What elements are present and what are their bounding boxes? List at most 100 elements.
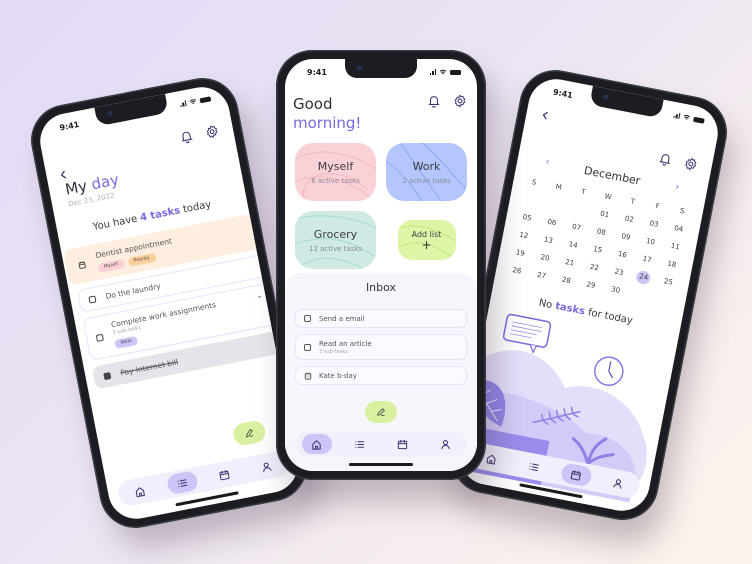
- weekday-label: M: [554, 182, 563, 192]
- bell-icon[interactable]: [657, 150, 673, 166]
- calendar-day[interactable]: 13: [535, 232, 562, 250]
- weekday-label: F: [654, 202, 661, 211]
- phone-my-day: 9:41 My day Dec 23, 2022 You have 4 task…: [24, 71, 314, 535]
- calendar-day[interactable]: 20: [531, 250, 558, 268]
- bell-icon[interactable]: [178, 127, 194, 144]
- calendar-day[interactable]: 01: [591, 206, 618, 224]
- profile-icon: [263, 462, 272, 472]
- notch: [345, 59, 417, 78]
- calendar-day[interactable]: 27: [528, 267, 555, 285]
- calendar-day[interactable]: 11: [662, 238, 689, 256]
- calendar-screen: 9:41 ‹ December › S M T W T F S 01 02 03 04 05 06 07 0…: [455, 74, 723, 516]
- calendar-day[interactable]: 07: [563, 219, 590, 237]
- list-card-work[interactable]: Work 2 active tasks: [386, 143, 467, 201]
- back-chevron-icon[interactable]: [541, 105, 553, 120]
- home-icon: [486, 454, 496, 465]
- calendar-day[interactable]: 23: [605, 264, 632, 282]
- speech-bubble-icon: [502, 313, 552, 354]
- gear-icon[interactable]: [204, 122, 220, 139]
- checkbox[interactable]: [95, 333, 104, 342]
- nav-list[interactable]: [345, 434, 375, 454]
- calendar-day[interactable]: 14: [559, 237, 586, 255]
- calendar-day[interactable]: 16: [609, 246, 636, 264]
- calendar-day[interactable]: 17: [633, 251, 660, 269]
- calendar-day[interactable]: 30: [602, 282, 629, 300]
- nav-list[interactable]: [517, 454, 550, 479]
- list-card-grocery[interactable]: Grocery 12 active tasks: [295, 211, 376, 269]
- calendar-day[interactable]: 06: [538, 214, 565, 232]
- nav-calendar[interactable]: [208, 462, 241, 487]
- nav-home[interactable]: [301, 434, 332, 454]
- notch: [94, 93, 169, 127]
- bell-icon[interactable]: [427, 93, 441, 108]
- task-item[interactable]: Kate b-day: [295, 366, 467, 385]
- profile-icon: [613, 478, 622, 489]
- nav-calendar[interactable]: [559, 462, 593, 488]
- calendar-day[interactable]: 04: [665, 221, 692, 239]
- list-card-myself[interactable]: Myself 6 active tasks: [295, 143, 376, 201]
- wifi-icon: [683, 115, 691, 120]
- calendar-day[interactable]: 18: [658, 256, 685, 274]
- signal-icon: [179, 100, 187, 108]
- gear-icon[interactable]: [453, 93, 467, 108]
- battery-icon: [693, 116, 705, 124]
- calendar-day-empty: [542, 197, 569, 215]
- battery-icon: [199, 95, 212, 103]
- profile-icon: [441, 439, 450, 449]
- status-time: 9:41: [58, 119, 80, 133]
- tag-work: Work: [114, 335, 139, 349]
- weekday-label: T: [629, 197, 636, 206]
- calendar-icon: [78, 261, 86, 269]
- chevron-down-icon[interactable]: ⌄: [256, 291, 263, 300]
- task-item[interactable]: Read an article 3 sub-tasks: [295, 334, 467, 360]
- weekday-label: T: [580, 187, 587, 197]
- back-chevron-icon[interactable]: [57, 164, 69, 179]
- add-list-button[interactable]: Add list +: [397, 220, 456, 260]
- checkbox[interactable]: [304, 343, 311, 351]
- nav-calendar[interactable]: [388, 434, 418, 454]
- calendar-icon: [304, 372, 312, 380]
- calendar-day[interactable]: 05: [513, 209, 540, 227]
- calendar-day[interactable]: 28: [553, 272, 580, 290]
- calendar-day[interactable]: 21: [556, 254, 583, 272]
- phone-calendar: 9:41 ‹ December › S M T W T F S 01 02 03 04 05 06 07 0…: [444, 63, 734, 527]
- calendar-day[interactable]: 29: [577, 277, 604, 295]
- calendar-day[interactable]: 02: [616, 211, 643, 229]
- edit-fab-button[interactable]: [231, 419, 268, 447]
- calendar-day[interactable]: 08: [588, 224, 615, 242]
- calendar-day[interactable]: 10: [637, 233, 664, 251]
- pencil-icon: [246, 428, 254, 438]
- clock-icon: [594, 356, 624, 386]
- nav-profile[interactable]: [602, 470, 635, 495]
- gear-icon[interactable]: [683, 155, 699, 171]
- calendar-day[interactable]: 12: [510, 227, 537, 245]
- nav-list[interactable]: [165, 470, 199, 496]
- calendar-day[interactable]: 15: [584, 242, 611, 260]
- nav-profile[interactable]: [431, 434, 461, 454]
- calendar-day-empty: [627, 286, 654, 304]
- list-cards: Myself 6 active tasks Work 2 active task…: [295, 143, 467, 269]
- calendar-day-empty: [517, 192, 544, 210]
- day-task-list: Dentist appointment Myself Priority Do t…: [62, 212, 284, 396]
- greeting: Good morning!: [293, 95, 362, 132]
- checkbox[interactable]: [304, 315, 311, 322]
- calendar-day[interactable]: 19: [507, 245, 534, 263]
- inbox-task-list: Send a email Read an article 3 sub-tasks…: [295, 309, 467, 391]
- edit-fab-button[interactable]: [365, 401, 397, 423]
- checkbox-checked[interactable]: [103, 371, 112, 380]
- nav-home[interactable]: [123, 478, 156, 503]
- checkbox[interactable]: [88, 294, 97, 304]
- calendar-day[interactable]: 22: [581, 259, 608, 277]
- calendar-day[interactable]: 09: [612, 229, 639, 247]
- list-icon: [355, 440, 365, 448]
- calendar-day[interactable]: 03: [640, 216, 667, 234]
- task-item[interactable]: Send a email: [295, 309, 467, 328]
- status-time: 9:41: [552, 87, 574, 100]
- pencil-icon: [377, 408, 385, 416]
- battery-icon: [450, 69, 461, 75]
- calendar-day[interactable]: 24: [635, 269, 652, 286]
- calendar-day[interactable]: 25: [655, 274, 682, 292]
- calendar-day[interactable]: 26: [503, 263, 530, 281]
- list-icon: [529, 462, 539, 471]
- inbox-title: Inbox: [365, 281, 397, 294]
